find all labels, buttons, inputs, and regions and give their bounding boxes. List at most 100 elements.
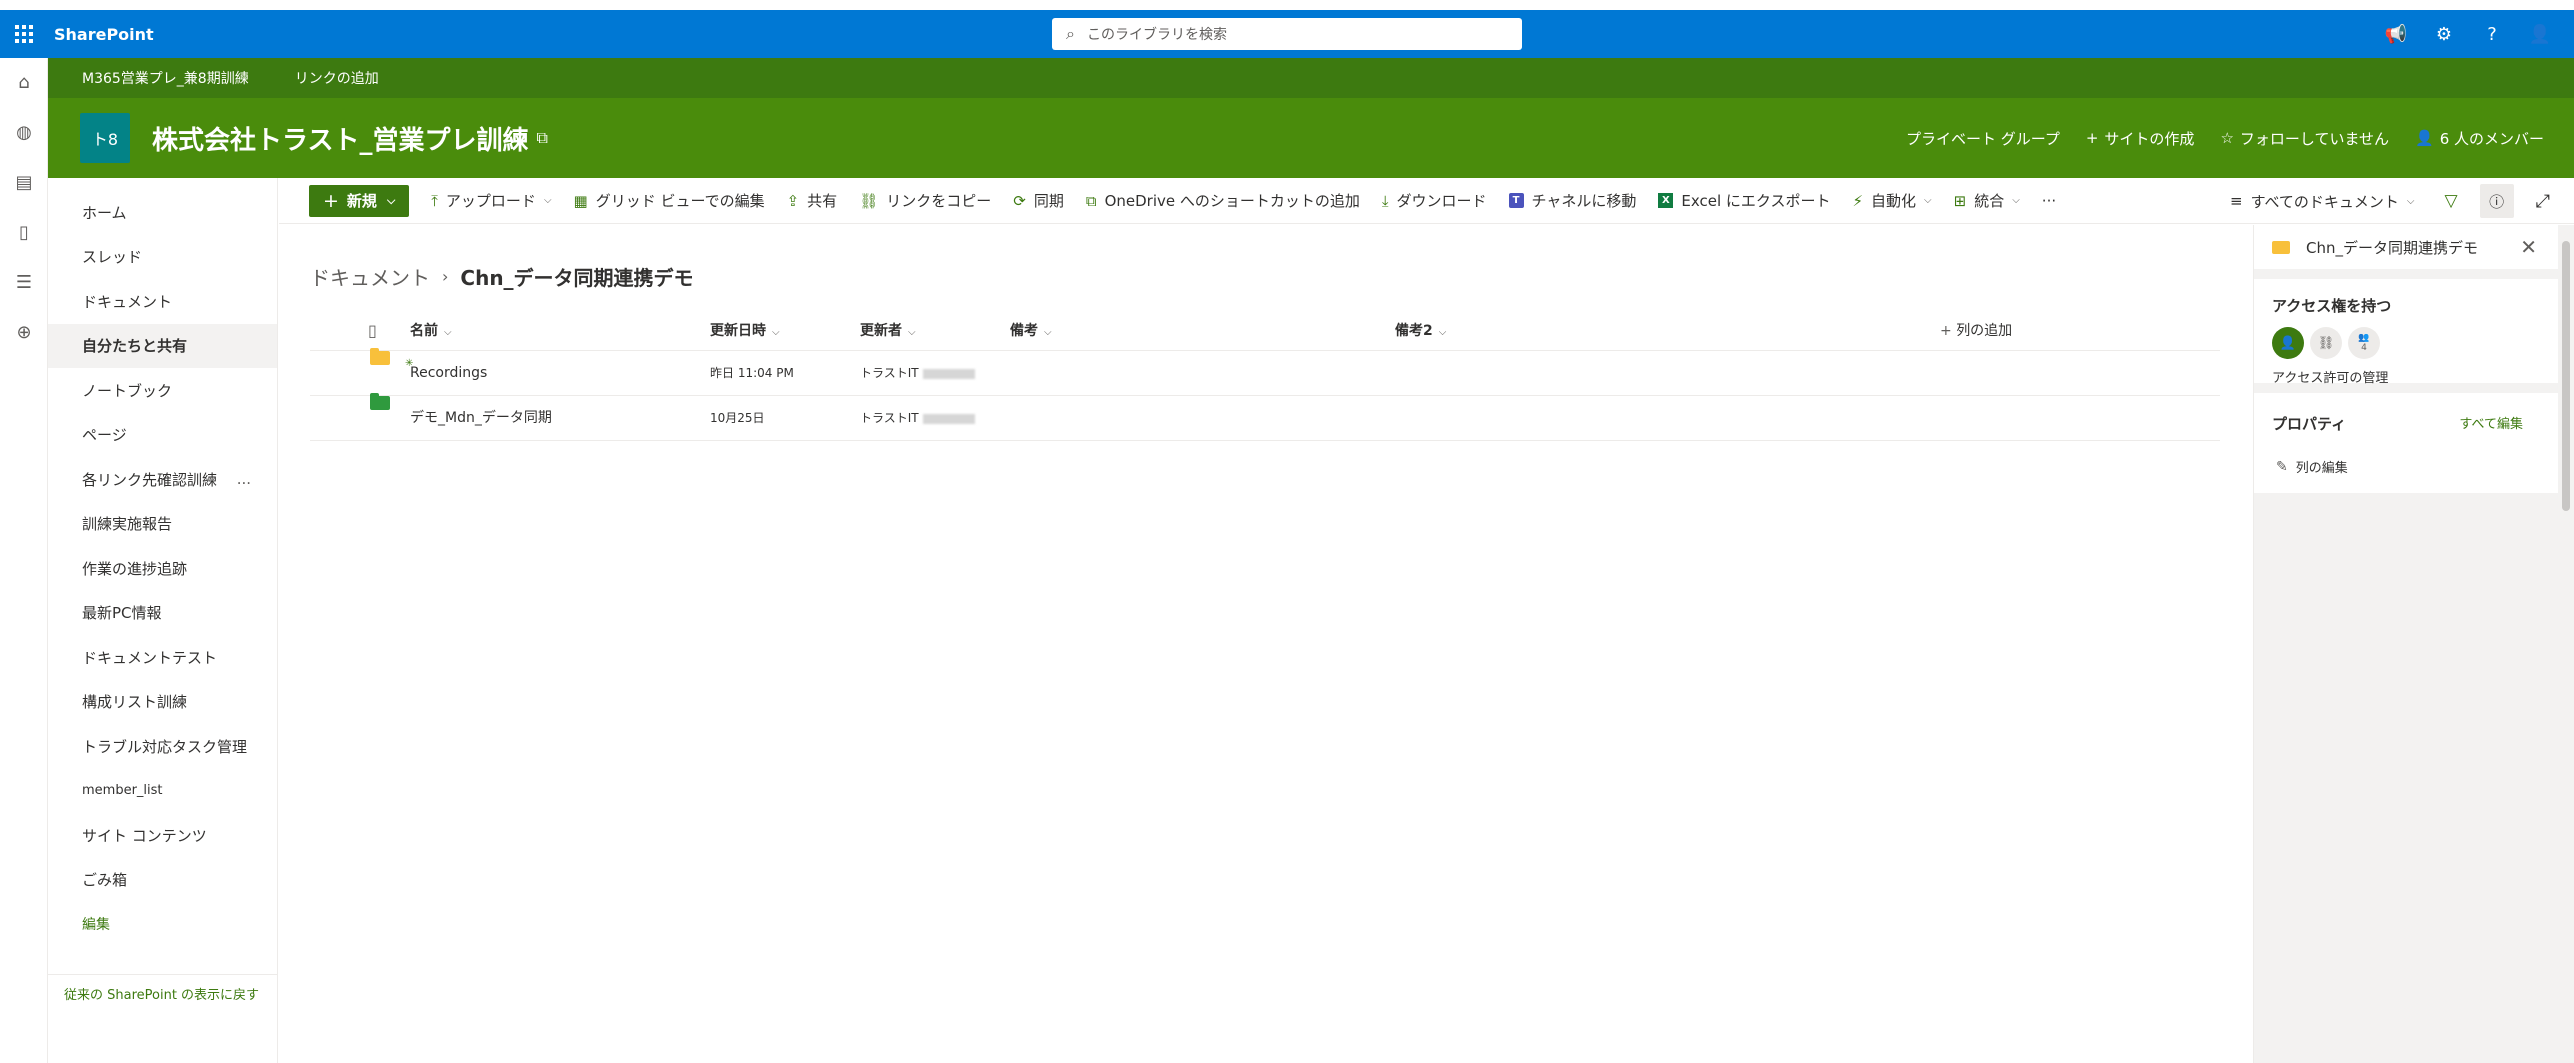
column-name[interactable]: 名前 ⌵	[410, 311, 452, 353]
integrate-label: 統合	[1974, 192, 2005, 210]
automate-button[interactable]: ⚡ 自動化 ⌵	[1852, 190, 1931, 211]
column-note[interactable]: 備考 ⌵	[1010, 311, 1052, 353]
user-avatar[interactable]: 👤	[2272, 327, 2304, 359]
nav-item-config-list[interactable]: 構成リスト訓練	[48, 680, 277, 725]
pencil-icon: ✎	[2276, 458, 2288, 475]
edit-columns-label: 列の編集	[2295, 461, 2348, 476]
grid-icon: ▦	[573, 191, 588, 210]
window-top-strip	[0, 0, 2574, 10]
row-modified-by[interactable]: トラストIT	[860, 396, 975, 441]
link-avatar[interactable]: ⛓	[2310, 327, 2342, 359]
group-avatar[interactable]: 👥 4	[2348, 327, 2380, 359]
download-button[interactable]: ⤓ ダウンロード	[1382, 190, 1487, 211]
info-pane-button[interactable]: ⓘ	[2479, 184, 2514, 218]
details-scrollbar[interactable]	[2558, 225, 2574, 1063]
home-icon[interactable]: ⌂	[0, 58, 48, 108]
nav-item-document-test[interactable]: ドキュメントテスト	[48, 635, 277, 680]
app-name[interactable]: SharePoint	[54, 25, 154, 44]
new-button[interactable]: + 新規 ⌵	[309, 184, 410, 217]
chevron-down-icon: ⌵	[386, 193, 396, 207]
column-modified-by[interactable]: 更新者 ⌵	[860, 311, 916, 353]
grid-edit-button[interactable]: ▦ グリッド ビューでの編集	[574, 190, 765, 211]
teams-icon: ⧉	[536, 128, 548, 147]
folder-icon	[2272, 240, 2290, 254]
hub-nav-add-link[interactable]: リンクの追加	[267, 68, 397, 88]
help-icon[interactable]: ?	[2468, 24, 2516, 45]
nav-item-home[interactable]: ホーム	[48, 190, 277, 235]
nav-item-pc-info[interactable]: 最新PC情報	[48, 591, 277, 636]
view-switcher[interactable]: ≡ すべてのドキュメント ⌵	[2230, 191, 2415, 212]
teams-icon: T	[1508, 193, 1524, 208]
create-site-label: サイトの作成	[2104, 129, 2195, 148]
nav-item-member-list[interactable]: member_list	[48, 769, 277, 814]
sync-button[interactable]: ⟳ 同期	[1013, 190, 1064, 211]
share-button[interactable]: ⇪ 共有	[787, 190, 838, 211]
nav-item-notebook[interactable]: ノートブック	[48, 368, 277, 413]
nav-item-trouble-tasks[interactable]: トラブル対応タスク管理	[48, 724, 277, 769]
breadcrumb: ドキュメント › Chn_データ同期連携デモ	[310, 262, 694, 291]
list-icon[interactable]: ☰	[0, 258, 48, 308]
share-label: 共有	[807, 192, 838, 210]
manage-access-link[interactable]: アクセス許可の管理	[2272, 367, 2388, 386]
more-icon[interactable]: ...	[237, 470, 251, 488]
access-avatars: 👤 ⛓ 👥 4	[2272, 327, 2386, 359]
members-button[interactable]: 👤 6 人のメンバー	[2415, 128, 2544, 149]
megaphone-icon[interactable]: 📢	[2372, 24, 2420, 45]
automate-label: 自動化	[1871, 192, 1917, 210]
app-launcher-button[interactable]	[0, 10, 48, 58]
nav-item-pages[interactable]: ページ	[48, 413, 277, 458]
classic-view-link[interactable]: 従来の SharePoint の表示に戻す	[64, 984, 259, 1003]
nav-item-progress-tracking[interactable]: 作業の進捗追跡	[48, 546, 277, 591]
column-modified[interactable]: 更新日時 ⌵	[710, 311, 780, 353]
create-site-button[interactable]: + サイトの作成	[2086, 128, 2195, 149]
nav-item-documents[interactable]: ドキュメント	[48, 279, 277, 324]
file-icon[interactable]: ▯	[0, 208, 48, 258]
left-navigation: ホーム スレッド ドキュメント 自分たちと共有 ノートブック ページ 各リンク先…	[48, 178, 278, 1063]
gear-icon[interactable]: ⚙	[2420, 24, 2468, 45]
row-name[interactable]: デモ_Mdn_データ同期	[410, 396, 552, 441]
row-name[interactable]: Recordings	[410, 351, 487, 396]
breadcrumb-root[interactable]: ドキュメント	[310, 262, 430, 291]
redacted-name	[922, 368, 975, 379]
upload-button[interactable]: ⤒ アップロード ⌵	[431, 190, 551, 211]
move-to-channel-button[interactable]: T チャネルに移動	[1508, 190, 1636, 211]
list-row[interactable]: ✳ Recordings 昨日 11:04 PM トラストIT	[310, 348, 2220, 396]
nav-item-threads[interactable]: スレッド	[48, 235, 277, 280]
add-column-button[interactable]: + 列の追加	[1940, 311, 2012, 351]
nav-item-site-contents[interactable]: サイト コンテンツ	[48, 813, 277, 858]
nav-item-recycle-bin[interactable]: ごみ箱	[48, 858, 277, 903]
column-note2[interactable]: 備考2 ⌵	[1395, 311, 1446, 353]
app-rail: ⌂ ◍ ▤ ▯ ☰ ⊕	[0, 58, 48, 1063]
copy-link-button[interactable]: ⛓ リンクをコピー	[859, 190, 991, 211]
globe-icon[interactable]: ◍	[0, 108, 48, 158]
chevron-down-icon: ⌵	[1924, 195, 1932, 206]
scrollbar-thumb[interactable]	[2562, 241, 2570, 511]
hub-nav-home[interactable]: M365営業プレ_兼8期訓練	[48, 68, 267, 88]
list-row[interactable]: デモ_Mdn_データ同期 10月25日 トラストIT	[310, 393, 2220, 441]
nav-label: ページ	[82, 426, 127, 445]
site-title[interactable]: 株式会社トラスト_営業プレ訓練	[152, 120, 528, 157]
expand-icon[interactable]: ⤢	[2536, 191, 2550, 212]
account-icon[interactable]: 👤	[2516, 24, 2564, 45]
filter-icon[interactable]: ▽	[2445, 191, 2458, 211]
nav-item-shared-with-us[interactable]: 自分たちと共有	[48, 323, 277, 368]
link-icon: ⛓	[859, 191, 879, 210]
create-icon[interactable]: ⊕	[0, 308, 48, 358]
edit-all-link[interactable]: すべて編集	[2459, 413, 2523, 432]
follow-button[interactable]: ☆ フォローしていません	[2220, 128, 2389, 149]
chevron-down-icon: ⌵	[1438, 327, 1447, 338]
edit-columns-button[interactable]: ✎ 列の編集	[2276, 457, 2348, 477]
file-type-icon[interactable]: ▯	[368, 311, 377, 351]
onedrive-shortcut-button[interactable]: ⧉ OneDrive へのショートカットの追加	[1086, 190, 1360, 211]
close-icon[interactable]: ✕	[2520, 235, 2537, 259]
news-icon[interactable]: ▤	[0, 158, 48, 208]
integrate-button[interactable]: ⊞ 統合 ⌵	[1954, 190, 2020, 211]
nav-item-training-report[interactable]: 訓練実施報告	[48, 502, 277, 547]
export-excel-button[interactable]: X Excel にエクスポート	[1658, 190, 1830, 211]
row-modified-by[interactable]: トラストIT	[860, 351, 975, 396]
nav-item-link-check[interactable]: 各リンク先確認訓練...	[48, 457, 277, 502]
more-commands-button[interactable]: ···	[2042, 192, 2056, 210]
nav-edit-link[interactable]: 編集	[48, 902, 277, 947]
site-logo[interactable]: ト8	[80, 113, 130, 163]
search-box[interactable]: ⌕ このライブラリを検索	[1052, 18, 1522, 50]
